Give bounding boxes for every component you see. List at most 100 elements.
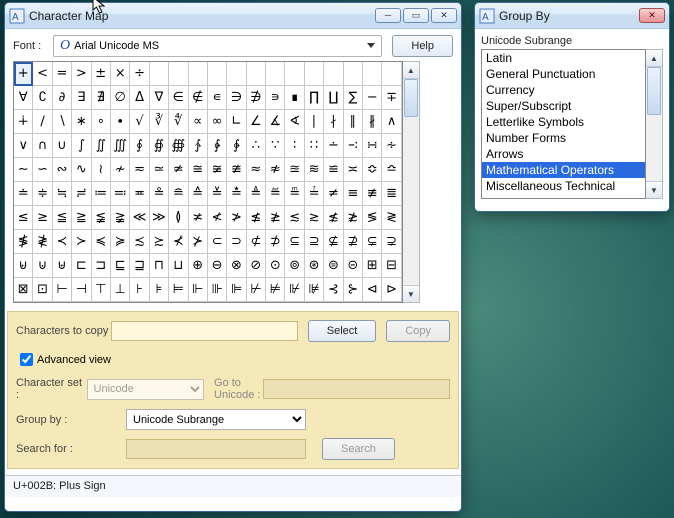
character-cell[interactable]: ∃: [72, 86, 91, 110]
character-cell[interactable]: ≫: [150, 206, 169, 230]
character-cell[interactable]: ∓: [382, 86, 401, 110]
character-cell[interactable]: [382, 62, 401, 86]
character-cell[interactable]: ≨: [92, 206, 111, 230]
character-cell[interactable]: ⊗: [227, 254, 246, 278]
character-cell[interactable]: ∱: [189, 134, 208, 158]
character-cell[interactable]: ≇: [227, 158, 246, 182]
character-cell[interactable]: ⊳: [382, 278, 401, 302]
character-cell[interactable]: ∔: [14, 110, 33, 134]
character-cell[interactable]: +: [14, 62, 33, 86]
search-button[interactable]: Search: [322, 438, 395, 460]
character-cell[interactable]: ∲: [208, 134, 227, 158]
character-cell[interactable]: <: [33, 62, 52, 86]
character-cell[interactable]: ∇: [150, 86, 169, 110]
character-cell[interactable]: ⊕: [189, 254, 208, 278]
character-cell[interactable]: ≹: [33, 230, 52, 254]
list-item[interactable]: General Punctuation: [482, 66, 645, 82]
character-cell[interactable]: ⊮: [285, 278, 304, 302]
charset-select[interactable]: Unicode: [87, 379, 205, 400]
character-cell[interactable]: ∠: [247, 110, 266, 134]
character-cell[interactable]: ∋: [227, 86, 246, 110]
character-cell[interactable]: ≂: [130, 158, 149, 182]
list-item[interactable]: Currency: [482, 82, 645, 98]
list-item[interactable]: Arrows: [482, 146, 645, 162]
character-cell[interactable]: ⊏: [72, 254, 91, 278]
character-cell[interactable]: ⊡: [33, 278, 52, 302]
character-cell[interactable]: ⊝: [344, 254, 363, 278]
character-cell[interactable]: ≻: [72, 230, 91, 254]
search-input[interactable]: [126, 439, 306, 459]
character-cell[interactable]: [169, 62, 188, 86]
character-cell[interactable]: ≔: [92, 182, 111, 206]
chars-to-copy-input[interactable]: [111, 321, 298, 341]
character-cell[interactable]: ⊐: [92, 254, 111, 278]
character-cell[interactable]: [208, 62, 227, 86]
character-cell[interactable]: ≕: [111, 182, 130, 206]
character-cell[interactable]: =: [53, 62, 72, 86]
character-cell[interactable]: ∿: [72, 158, 91, 182]
character-cell[interactable]: ⊟: [382, 254, 401, 278]
list-item[interactable]: Mathematical Operators: [482, 162, 645, 178]
scroll-thumb[interactable]: [647, 67, 661, 115]
character-cell[interactable]: ∤: [324, 110, 343, 134]
character-cell[interactable]: ⊪: [208, 278, 227, 302]
character-cell[interactable]: ≮: [208, 206, 227, 230]
character-cell[interactable]: ∥: [344, 110, 363, 134]
character-cell[interactable]: [189, 62, 208, 86]
character-cell[interactable]: ∐: [324, 86, 343, 110]
character-cell[interactable]: ∴: [247, 134, 266, 158]
character-cell[interactable]: ∢: [285, 110, 304, 134]
character-cell[interactable]: ⊱: [344, 278, 363, 302]
character-cell[interactable]: ⊅: [266, 230, 285, 254]
scroll-down-button[interactable]: ▼: [646, 181, 662, 198]
character-cell[interactable]: ∨: [14, 134, 33, 158]
character-cell[interactable]: ≐: [14, 182, 33, 206]
list-scrollbar[interactable]: ▲ ▼: [646, 49, 663, 199]
character-cell[interactable]: ∟: [227, 110, 246, 134]
character-cell[interactable]: ≆: [208, 158, 227, 182]
character-cell[interactable]: [344, 62, 363, 86]
character-cell[interactable]: ∜: [169, 110, 188, 134]
character-cell[interactable]: ∽: [33, 158, 52, 182]
character-cell[interactable]: ≾: [130, 230, 149, 254]
character-cell[interactable]: [285, 62, 304, 86]
character-cell[interactable]: ∁: [33, 86, 52, 110]
character-cell[interactable]: [227, 62, 246, 86]
character-cell[interactable]: ∼: [14, 158, 33, 182]
character-cell[interactable]: ≵: [344, 206, 363, 230]
character-cell[interactable]: ∎: [285, 86, 304, 110]
character-cell[interactable]: ∡: [266, 110, 285, 134]
character-cell[interactable]: ∞: [208, 110, 227, 134]
character-cell[interactable]: ∗: [72, 110, 91, 134]
character-cell[interactable]: ⊎: [53, 254, 72, 278]
character-cell[interactable]: ⊓: [150, 254, 169, 278]
character-cell[interactable]: ⊨: [169, 278, 188, 302]
character-cell[interactable]: ÷: [130, 62, 149, 86]
character-cell[interactable]: ≸: [14, 230, 33, 254]
character-cell[interactable]: ∖: [53, 110, 72, 134]
character-cell[interactable]: ∵: [266, 134, 285, 158]
character-cell[interactable]: ≀: [92, 158, 111, 182]
character-cell[interactable]: ⊯: [305, 278, 324, 302]
character-cell[interactable]: ⊫: [227, 278, 246, 302]
character-cell[interactable]: ∷: [305, 134, 324, 158]
character-cell[interactable]: ≼: [92, 230, 111, 254]
scroll-up-button[interactable]: ▲: [646, 50, 662, 67]
character-cell[interactable]: ≓: [72, 182, 91, 206]
list-item[interactable]: Latin: [482, 50, 645, 66]
scroll-track[interactable]: [403, 79, 419, 285]
character-cell[interactable]: ≢: [363, 182, 382, 206]
character-cell[interactable]: ⊰: [324, 278, 343, 302]
character-cell[interactable]: [266, 62, 285, 86]
character-cell[interactable]: −: [363, 86, 382, 110]
character-cell[interactable]: ⊲: [363, 278, 382, 302]
character-cell[interactable]: ≣: [382, 182, 401, 206]
list-item[interactable]: Super/Subscript: [482, 98, 645, 114]
character-cell[interactable]: ∕: [33, 110, 52, 134]
maximize-button[interactable]: ▭: [403, 8, 429, 23]
character-cell[interactable]: ≛: [227, 182, 246, 206]
character-cell[interactable]: ⊦: [130, 278, 149, 302]
character-cell[interactable]: ⊒: [130, 254, 149, 278]
character-cell[interactable]: ∉: [189, 86, 208, 110]
advanced-view-checkbox[interactable]: [20, 353, 33, 366]
